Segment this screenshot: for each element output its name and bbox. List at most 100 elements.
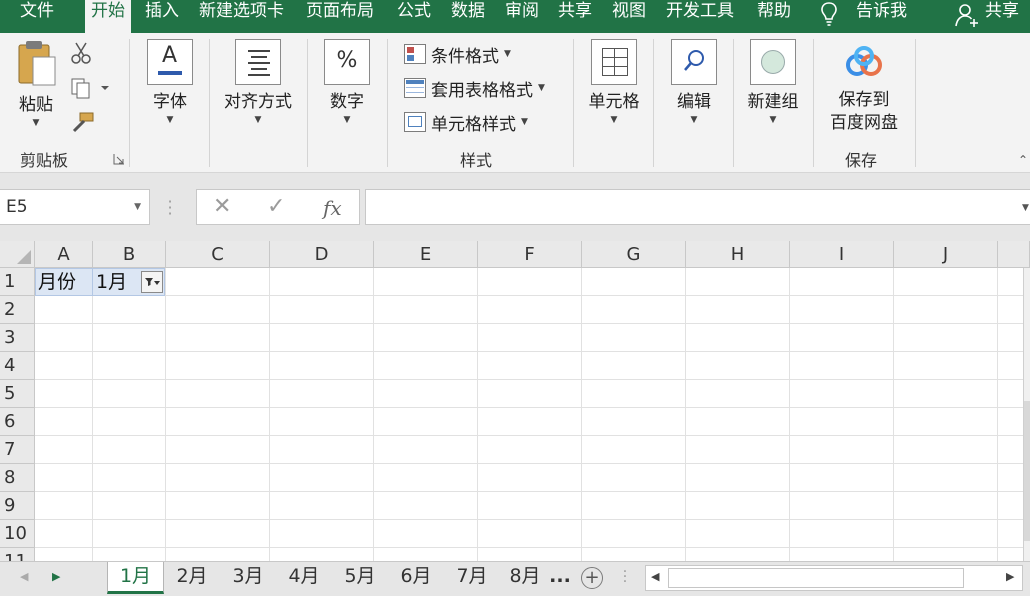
filter-dropdown-button[interactable] <box>141 271 163 293</box>
tab-data[interactable]: 数据 <box>445 0 491 33</box>
align-lines-icon <box>235 39 281 85</box>
tab-formulas[interactable]: 公式 <box>391 0 437 33</box>
group-label-styles: 样式 <box>460 151 493 170</box>
tab-page-layout[interactable]: 页面布局 <box>300 0 380 33</box>
column-header-d[interactable]: D <box>270 241 374 268</box>
row-header-7[interactable]: 7 <box>0 436 35 464</box>
column-header-a[interactable]: A <box>35 241 93 268</box>
sheet-tab-3[interactable]: 3月 <box>220 562 276 594</box>
horizontal-scroll-thumb[interactable] <box>668 568 964 588</box>
row-header-3[interactable]: 3 <box>0 324 35 352</box>
gridline <box>373 268 374 561</box>
gridline <box>581 268 582 561</box>
alignment-label: 对齐方式 <box>224 92 292 112</box>
percent-icon: % <box>324 39 370 85</box>
row-header-9[interactable]: 9 <box>0 492 35 520</box>
cells-button[interactable]: 单元格 ▼ <box>583 37 645 125</box>
tab-file[interactable]: 文件 <box>14 0 60 33</box>
copy-icon[interactable] <box>70 77 110 99</box>
cell-a1[interactable]: 月份 <box>35 268 76 296</box>
column-header-i[interactable]: I <box>790 241 894 268</box>
lightbulb-icon[interactable] <box>818 1 840 27</box>
horizontal-scrollbar[interactable]: ◀ ▶ <box>645 565 1023 591</box>
row-header-1[interactable]: 1 <box>0 268 35 296</box>
row-header-10[interactable]: 10 <box>0 520 35 548</box>
format-painter-icon[interactable] <box>70 111 96 135</box>
drag-handle-icon[interactable]: · · · <box>621 565 629 589</box>
enter-check-icon[interactable]: ✓ <box>267 194 285 219</box>
cut-icon[interactable] <box>70 41 92 65</box>
column-header-g[interactable]: G <box>582 241 686 268</box>
column-header-b[interactable]: B <box>93 241 166 268</box>
sheet-tab-7[interactable]: 7月 <box>444 562 500 594</box>
row-header-8[interactable]: 8 <box>0 464 35 492</box>
tab-view[interactable]: 视图 <box>606 0 652 33</box>
row-header-11[interactable]: 11 <box>0 548 35 561</box>
scroll-left-icon[interactable]: ◀ <box>651 570 659 583</box>
alignment-button[interactable]: 对齐方式 ▼ <box>219 37 297 125</box>
cancel-icon[interactable]: ✕ <box>213 194 231 219</box>
cell-b1[interactable]: 1月 <box>93 268 127 296</box>
new-group-button[interactable]: 新建组 ▼ <box>743 37 803 125</box>
paste-button[interactable]: 粘贴 ▼ <box>12 37 60 128</box>
scroll-tabs-left-icon[interactable]: ◀ <box>20 570 28 583</box>
sheet-tab-1[interactable]: 1月 <box>107 562 164 594</box>
row-header-4[interactable]: 4 <box>0 352 35 380</box>
row-header-2[interactable]: 2 <box>0 296 35 324</box>
save-to-baidu-button[interactable]: 保存到 百度网盘 <box>826 37 902 135</box>
font-button[interactable]: A 字体 ▼ <box>143 37 197 125</box>
group-divider <box>813 39 814 167</box>
dialog-launcher-icon[interactable] <box>113 153 125 165</box>
more-sheets-button[interactable]: ... <box>548 562 572 594</box>
cell-styles-button[interactable]: 单元格样式 ▼ <box>404 109 528 135</box>
chevron-down-icon[interactable]: ▼ <box>134 190 141 224</box>
cell-styles-label: 单元格样式 <box>431 114 516 135</box>
add-sheet-icon[interactable]: + <box>581 567 603 589</box>
tab-developer[interactable]: 开发工具 <box>660 0 740 33</box>
select-all-corner[interactable] <box>0 241 35 268</box>
number-label: 数字 <box>330 92 364 112</box>
sheet-tab-5[interactable]: 5月 <box>332 562 388 594</box>
sheet-tab-6[interactable]: 6月 <box>388 562 444 594</box>
name-box[interactable]: E5 ▼ <box>0 189 150 225</box>
column-header-k[interactable] <box>998 241 1030 268</box>
drag-handle-icon[interactable]: · · · <box>166 194 174 222</box>
column-header-h[interactable]: H <box>686 241 790 268</box>
column-header-j[interactable]: J <box>894 241 998 268</box>
group-divider <box>129 39 130 167</box>
tell-me-search[interactable]: 告诉我 <box>856 0 907 22</box>
person-share-icon[interactable] <box>955 2 979 28</box>
insert-function-icon[interactable]: fx <box>323 196 342 220</box>
sheet-tab-4[interactable]: 4月 <box>276 562 332 594</box>
editing-button[interactable]: 编辑 ▼ <box>669 37 719 125</box>
column-header-e[interactable]: E <box>374 241 478 268</box>
column-header-c[interactable]: C <box>166 241 270 268</box>
tab-new-tab[interactable]: 新建选项卡 <box>193 0 290 33</box>
tab-review[interactable]: 审阅 <box>499 0 545 33</box>
row-header-5[interactable]: 5 <box>0 380 35 408</box>
vertical-scroll-thumb[interactable] <box>1024 401 1030 541</box>
conditional-formatting-button[interactable]: 条件格式 ▼ <box>404 41 511 67</box>
row-header-6[interactable]: 6 <box>0 408 35 436</box>
editing-label: 编辑 <box>677 92 711 112</box>
tab-insert[interactable]: 插入 <box>139 0 185 33</box>
scroll-right-icon[interactable]: ▶ <box>1006 570 1014 583</box>
expand-formula-icon[interactable]: ▼ <box>1022 203 1029 213</box>
worksheet-grid[interactable]: A B C D E F G H I J 1 2 3 4 5 6 7 8 9 10… <box>0 241 1030 561</box>
search-icon <box>671 39 717 85</box>
sheet-tab-8[interactable]: 8月 <box>500 562 550 594</box>
scroll-tabs-right-icon[interactable]: ▶ <box>52 570 60 583</box>
tab-share[interactable]: 共享 <box>552 0 598 33</box>
format-as-table-button[interactable]: 套用表格格式 ▼ <box>404 75 545 101</box>
formula-bar: E5 ▼ · · · ✕ ✓ fx ▼ <box>0 173 1030 241</box>
column-header-f[interactable]: F <box>478 241 582 268</box>
tab-help[interactable]: 帮助 <box>751 0 797 33</box>
filter-icon <box>145 278 160 286</box>
sheet-tab-2[interactable]: 2月 <box>164 562 220 594</box>
tab-home[interactable]: 开始 <box>85 0 131 36</box>
collapse-ribbon-icon[interactable]: ⌃ <box>1018 153 1028 167</box>
formula-input[interactable] <box>365 189 1030 225</box>
number-button[interactable]: % 数字 ▼ <box>322 37 372 125</box>
share-button[interactable]: 共享 <box>985 0 1019 22</box>
group-divider <box>307 39 308 167</box>
